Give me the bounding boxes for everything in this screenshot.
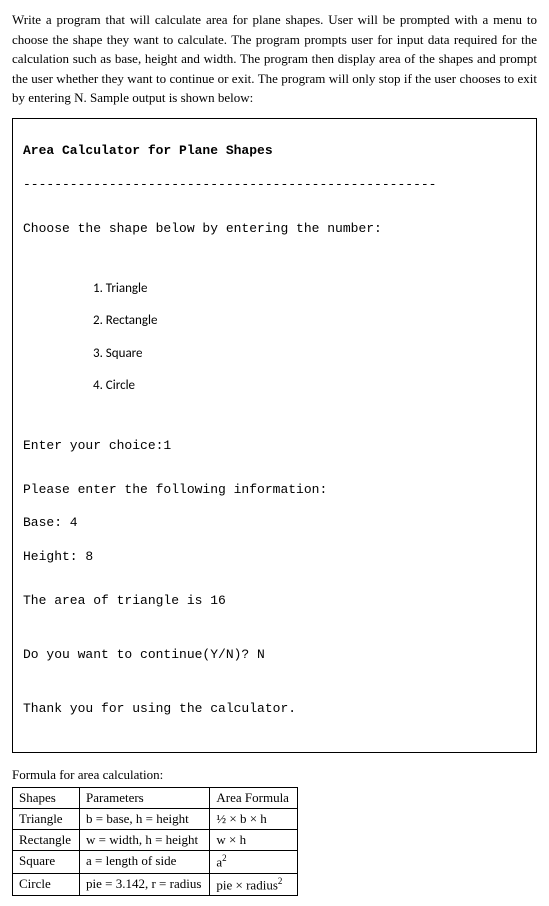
table-row: Triangle b = base, h = height ½ × b × h bbox=[13, 809, 298, 830]
menu-item-rectangle: 2. Rectangle bbox=[93, 313, 526, 329]
sample-output-box: Area Calculator for Plane Shapes -------… bbox=[12, 118, 537, 754]
output-separator: ----------------------------------------… bbox=[23, 177, 526, 194]
formula-table: Shapes Parameters Area Formula Triangle … bbox=[12, 787, 298, 896]
output-choice: Enter your choice:1 bbox=[23, 438, 526, 455]
output-base: Base: 4 bbox=[23, 515, 526, 532]
cell-params-rectangle: w = width, h = height bbox=[79, 830, 209, 851]
instructions-text: Write a program that will calculate area… bbox=[12, 10, 537, 108]
cell-area-rectangle: w × h bbox=[210, 830, 298, 851]
cell-shape-circle: Circle bbox=[13, 873, 80, 895]
output-continue: Do you want to continue(Y/N)? N bbox=[23, 647, 526, 664]
header-shapes: Shapes bbox=[13, 788, 80, 809]
header-area-formula: Area Formula bbox=[210, 788, 298, 809]
area-circle-base: pie × radius bbox=[216, 877, 277, 892]
menu-item-triangle: 1. Triangle bbox=[93, 281, 526, 297]
table-row: Square a = length of side a2 bbox=[13, 851, 298, 873]
cell-area-circle: pie × radius2 bbox=[210, 873, 298, 895]
cell-area-triangle: ½ × b × h bbox=[210, 809, 298, 830]
output-result: The area of triangle is 16 bbox=[23, 593, 526, 610]
area-circle-exp: 2 bbox=[278, 876, 283, 886]
area-square-exp: 2 bbox=[222, 853, 227, 863]
output-thanks: Thank you for using the calculator. bbox=[23, 701, 526, 718]
cell-shape-triangle: Triangle bbox=[13, 809, 80, 830]
cell-shape-square: Square bbox=[13, 851, 80, 873]
cell-area-square: a2 bbox=[210, 851, 298, 873]
menu-item-square: 3. Square bbox=[93, 346, 526, 362]
output-menu: 1. Triangle 2. Rectangle 3. Square 4. Ci… bbox=[23, 265, 526, 411]
output-height: Height: 8 bbox=[23, 549, 526, 566]
output-title: Area Calculator for Plane Shapes bbox=[23, 143, 526, 160]
table-row: Circle pie = 3.142, r = radius pie × rad… bbox=[13, 873, 298, 895]
output-prompt: Choose the shape below by entering the n… bbox=[23, 221, 526, 238]
formula-label: Formula for area calculation: bbox=[12, 767, 537, 783]
cell-params-triangle: b = base, h = height bbox=[79, 809, 209, 830]
cell-params-square: a = length of side bbox=[79, 851, 209, 873]
cell-shape-rectangle: Rectangle bbox=[13, 830, 80, 851]
table-row: Rectangle w = width, h = height w × h bbox=[13, 830, 298, 851]
menu-item-circle: 4. Circle bbox=[93, 378, 526, 394]
table-header-row: Shapes Parameters Area Formula bbox=[13, 788, 298, 809]
cell-params-circle: pie = 3.142, r = radius bbox=[79, 873, 209, 895]
header-parameters: Parameters bbox=[79, 788, 209, 809]
output-info-prompt: Please enter the following information: bbox=[23, 482, 526, 499]
